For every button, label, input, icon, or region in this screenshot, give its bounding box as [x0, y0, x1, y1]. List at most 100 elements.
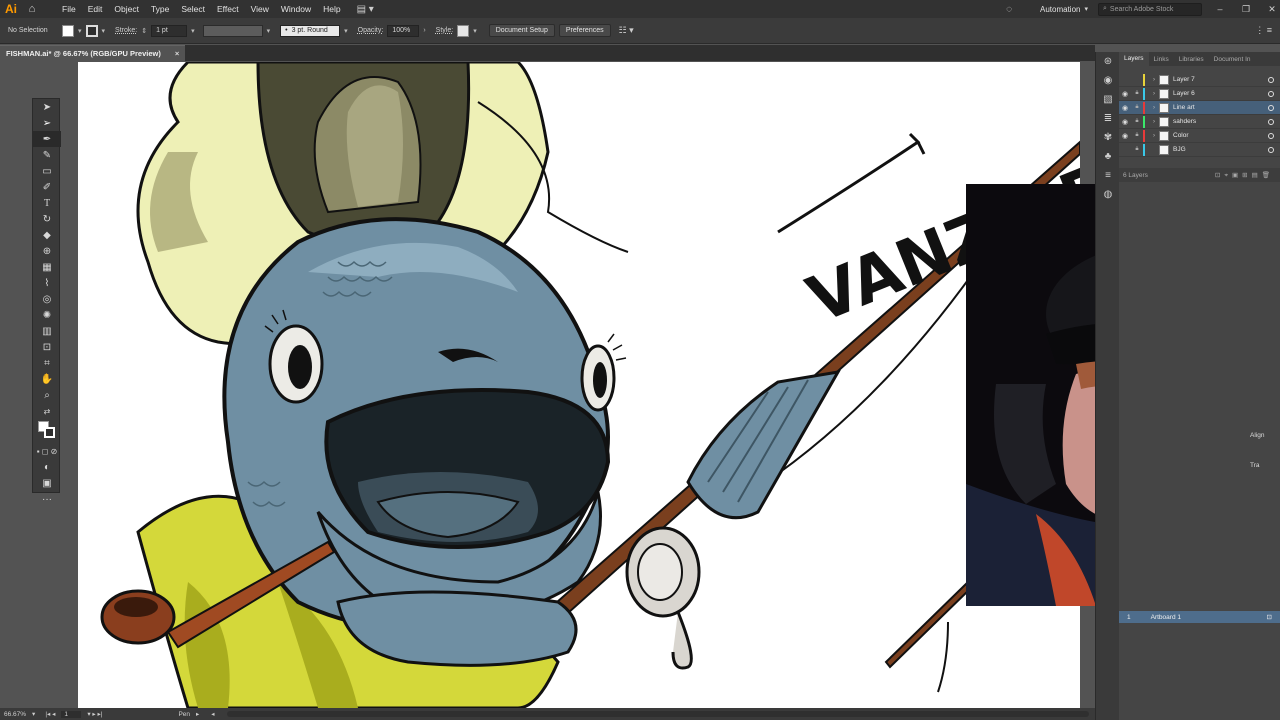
lock-icon[interactable]: 🔒︎ — [1131, 104, 1143, 111]
artboard-tool-icon[interactable]: ⊡ — [33, 339, 61, 355]
artboard-canvas[interactable]: VANZIDER — [78, 62, 1080, 708]
horizontal-scrollbar[interactable] — [226, 711, 1089, 717]
layer-name[interactable]: Layer 7 — [1173, 76, 1195, 83]
chevron-right-icon[interactable]: › — [1149, 91, 1159, 97]
layer-name[interactable]: Line art — [1173, 104, 1195, 111]
align-panel-label[interactable]: Align — [1250, 432, 1264, 439]
menu-help[interactable]: Help — [317, 4, 346, 14]
shape-builder-tool-icon[interactable]: ⊕ — [33, 243, 61, 259]
pen-tool-icon[interactable]: ✒ — [33, 131, 61, 147]
target-icon[interactable] — [1268, 146, 1274, 153]
artboard-number[interactable]: 1 — [61, 710, 82, 718]
tab-libraries[interactable]: Libraries — [1174, 56, 1209, 63]
chevron-right-icon[interactable]: › — [1149, 119, 1159, 125]
visibility-icon[interactable]: ◉ — [1119, 132, 1131, 140]
menu-type[interactable]: Type — [145, 4, 175, 14]
menu-window[interactable]: Window — [275, 4, 317, 14]
target-icon[interactable] — [1268, 132, 1274, 139]
layer-row-selected[interactable]: ◉ 🔒︎ › Line art — [1119, 101, 1280, 115]
visibility-icon[interactable]: ◉ — [1119, 90, 1131, 98]
type-tool-icon[interactable]: T — [33, 195, 61, 211]
layer-row[interactable]: 🔒︎ BJG — [1119, 143, 1280, 157]
chevron-right-icon[interactable]: › — [423, 27, 425, 34]
minimize-icon[interactable]: – — [1212, 4, 1228, 14]
chevron-down-icon[interactable]: ▾ — [191, 27, 195, 35]
menu-view[interactable]: View — [245, 4, 275, 14]
chevron-down-icon[interactable]: ▾ — [32, 710, 35, 718]
lock-icon[interactable]: 🔒︎ — [1131, 146, 1143, 153]
color-icon[interactable]: ◍ — [1096, 185, 1120, 204]
layer-row[interactable]: ◉ 🔒︎ › Layer 6 — [1119, 87, 1280, 101]
chevron-down-icon[interactable]: ▾ — [1084, 5, 1088, 13]
target-icon[interactable] — [1268, 118, 1274, 125]
fill-stroke-widget[interactable] — [33, 419, 61, 443]
style-label[interactable]: Style: — [436, 27, 454, 34]
stroke-label[interactable]: Stroke: — [115, 27, 137, 34]
document-setup-button[interactable]: Document Setup — [488, 24, 555, 37]
menu-select[interactable]: Select — [175, 4, 211, 14]
style-swatch[interactable] — [457, 24, 470, 37]
opacity-input[interactable]: 100% — [387, 24, 420, 37]
hand-tool-icon[interactable]: ✋ — [33, 371, 61, 387]
lock-icon[interactable]: 🔒︎ — [1131, 118, 1143, 125]
image-trace-icon[interactable]: ▧ — [1096, 90, 1120, 109]
document-tab[interactable]: FISHMAN.ai* @ 66.67% (RGB/GPU Preview) × — [0, 45, 185, 61]
chevron-down-icon[interactable]: ▾ — [344, 27, 348, 35]
variable-width-profile[interactable] — [202, 24, 263, 37]
target-icon[interactable] — [1268, 76, 1274, 83]
chevron-right-icon[interactable]: › — [1149, 105, 1159, 111]
direct-selection-tool-icon[interactable]: ➢ — [33, 115, 61, 131]
visibility-icon[interactable]: ◉ — [1119, 118, 1131, 126]
layer-row[interactable]: ◉ 🔒︎ › sahders — [1119, 115, 1280, 129]
lock-icon[interactable]: 🔒︎ — [1131, 132, 1143, 139]
layer-row[interactable]: ◉ 🔒︎ › Color — [1119, 129, 1280, 143]
next-artboard-icon[interactable]: ▾ ▸ ▸| — [87, 710, 102, 718]
chevron-down-icon[interactable]: ▾ — [473, 27, 477, 35]
chevron-right-icon[interactable]: › — [1149, 133, 1159, 139]
home-icon[interactable]: ⌂ — [22, 0, 42, 18]
visibility-icon[interactable]: ◉ — [1119, 104, 1131, 112]
menu-effect[interactable]: Effect — [211, 4, 245, 14]
selection-tool-icon[interactable]: ➤ — [33, 99, 61, 115]
tab-document-info[interactable]: Document In — [1209, 56, 1256, 63]
target-icon[interactable] — [1268, 90, 1274, 97]
arrange-icon[interactable]: ☷ ▾ — [619, 25, 634, 36]
symbol-sprayer-tool-icon[interactable]: ✺ — [33, 307, 61, 323]
rectangle-tool-icon[interactable]: ▭ — [33, 163, 61, 179]
properties-icon[interactable]: ⊛ — [1096, 52, 1120, 71]
brushes-icon[interactable]: ✾ — [1096, 128, 1120, 147]
chevron-down-icon[interactable]: ▾ — [267, 27, 271, 35]
menu-edit[interactable]: Edit — [82, 4, 109, 14]
tab-links[interactable]: Links — [1149, 56, 1174, 63]
opacity-label[interactable]: Opacity: — [358, 27, 384, 34]
workspace-switcher[interactable]: Automation — [1040, 5, 1080, 14]
paintbrush-tool-icon[interactable]: ✐ — [33, 179, 61, 195]
layers-panel-icon[interactable]: ≡ — [1096, 166, 1120, 185]
target-icon[interactable] — [1268, 104, 1274, 111]
color-mode-icon[interactable]: ▪ ◻ ⊘ — [33, 443, 61, 459]
zoom-level[interactable]: 66.67% — [4, 711, 26, 718]
close-icon[interactable]: ✕ — [1264, 4, 1280, 15]
restore-icon[interactable]: ❐ — [1238, 4, 1254, 15]
slice-tool-icon[interactable]: ⌗ — [33, 355, 61, 371]
lock-icon[interactable]: 🔒︎ — [1131, 90, 1143, 97]
close-tab-icon[interactable]: × — [175, 49, 179, 58]
libraries-icon[interactable]: ◉ — [1096, 71, 1120, 90]
layer-name[interactable]: BJG — [1173, 146, 1186, 153]
fill-swatch[interactable] — [62, 24, 74, 37]
more-tools-icon[interactable]: ··· — [33, 491, 61, 507]
stroke-swatch[interactable] — [85, 24, 98, 37]
stroke-color-swatch[interactable] — [44, 427, 55, 438]
graph-tool-icon[interactable]: ▥ — [33, 323, 61, 339]
zoom-tool-icon[interactable]: ⌕ — [33, 387, 61, 403]
layer-actions-icon[interactable]: ⊡⌖▣⊞▤🗑︎ — [1215, 171, 1274, 180]
artboard-options-icon[interactable]: ⊡ — [1267, 613, 1272, 621]
first-artboard-icon[interactable]: |◂ ◂ — [45, 710, 55, 718]
screen-mode-icon[interactable]: ▣ — [33, 475, 61, 491]
layer-name[interactable]: Layer 6 — [1173, 90, 1195, 97]
chevron-left-icon[interactable]: ◂ — [211, 710, 214, 718]
tab-layers[interactable]: Layers — [1119, 52, 1149, 66]
lightbulb-icon[interactable]: ◌ — [1006, 4, 1012, 15]
chevron-down-icon[interactable]: ▾ — [78, 27, 82, 35]
panel-menu-icon[interactable]: ⋮ ≡ — [1255, 25, 1272, 36]
